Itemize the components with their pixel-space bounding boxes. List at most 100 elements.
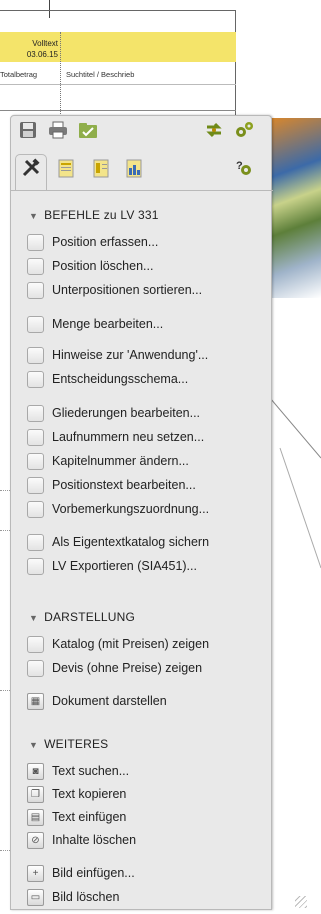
paste-icon: ▤ [27, 808, 44, 826]
command-label: Menge bearbeiten... [52, 317, 164, 331]
row-divider [0, 84, 236, 85]
disclosure-triangle-icon: ▼ [29, 211, 39, 221]
command-label: Text suchen... [52, 764, 130, 778]
cmd-gliederungen-bearbeiten[interactable]: Gliederungen bearbeiten... [27, 404, 200, 422]
document-list-tab-icon[interactable] [90, 158, 112, 178]
section-weiteres-header[interactable]: ▼ WEITERES [29, 737, 108, 751]
remove-image-icon: ▭ [27, 888, 44, 906]
cursor-line [49, 0, 50, 18]
cmd-unterpositionen-sortieren[interactable]: Unterpositionen sortieren... [27, 281, 202, 299]
disclosure-triangle-icon: ▼ [29, 613, 39, 623]
command-button-icon [27, 346, 44, 364]
cmd-devis-zeigen[interactable]: Devis (ohne Preise) zeigen [27, 659, 202, 677]
command-label: Bild einfügen... [52, 866, 135, 880]
save-icon[interactable] [17, 120, 39, 140]
section-darstellung-header[interactable]: ▼ DARSTELLUNG [29, 610, 135, 624]
delete-icon: ⊘ [27, 831, 44, 849]
toolbar-top [11, 120, 273, 146]
artwork-lines [270, 397, 321, 569]
help-gears-icon[interactable]: ? [233, 158, 255, 178]
command-button-icon [27, 404, 44, 422]
checklist-folder-icon[interactable] [77, 120, 99, 140]
cmd-vorbemerkungszuordnung[interactable]: Vorbemerkungszuordnung... [27, 500, 209, 518]
command-label: Kapitelnummer ändern... [52, 454, 189, 468]
command-button-icon [27, 500, 44, 518]
cmd-katalog-zeigen[interactable]: Katalog (mit Preisen) zeigen [27, 635, 209, 653]
resize-grip-icon[interactable] [295, 896, 307, 908]
disclosure-triangle-icon: ▼ [29, 740, 39, 750]
section-title: DARSTELLUNG [44, 610, 135, 624]
command-label: Entscheidungsschema... [52, 372, 189, 386]
svg-text:?: ? [236, 160, 243, 172]
command-label: Laufnummern neu setzen... [52, 430, 205, 444]
command-label: Vorbemerkungszuordnung... [52, 502, 210, 516]
command-button-icon [27, 233, 44, 251]
command-label: Position erfassen... [52, 235, 159, 249]
document-view-icon: ▦ [27, 692, 44, 710]
tab-bar: ? [11, 158, 273, 184]
command-label: Text kopieren [52, 787, 127, 801]
cmd-dokument-darstellen[interactable]: ▦ Dokument darstellen [27, 692, 167, 710]
background-artwork [270, 118, 321, 914]
cmd-entscheidungsschema[interactable]: Entscheidungsschema... [27, 370, 188, 388]
row-divider [0, 850, 10, 851]
row-divider [0, 490, 10, 491]
cmd-inhalte-loeschen[interactable]: ⊘ Inhalte löschen [27, 831, 136, 849]
sync-arrows-icon[interactable] [203, 120, 225, 140]
cmd-laufnummern-neu-setzen[interactable]: Laufnummern neu setzen... [27, 428, 204, 446]
chart-document-tab-icon[interactable] [123, 158, 145, 178]
command-label: Gliederungen bearbeiten... [52, 406, 201, 420]
cmd-bild-loeschen[interactable]: ▭ Bild löschen [27, 888, 119, 906]
cmd-lv-exportieren[interactable]: LV Exportieren (SIA451)... [27, 557, 197, 575]
command-panel: ? ▼ BEFEHLE zu LV 331 Position erfassen..… [10, 115, 273, 910]
tab-bar-divider [11, 190, 273, 191]
command-button-icon [27, 659, 44, 677]
section-befehle-header[interactable]: ▼ BEFEHLE zu LV 331 [29, 208, 159, 222]
cmd-text-suchen[interactable]: ◙ Text suchen... [27, 762, 129, 780]
command-label: Inhalte löschen [52, 833, 137, 847]
document-right-border [235, 10, 236, 118]
gears-icon[interactable] [233, 120, 255, 140]
cmd-text-kopieren[interactable]: ❐ Text kopieren [27, 785, 126, 803]
row-divider [0, 530, 10, 531]
command-label: Positionstext bearbeiten... [52, 478, 196, 492]
column-header-suchtitel: Suchtitel / Beschrieb [66, 70, 135, 79]
copy-icon: ❐ [27, 785, 44, 803]
command-label: Als Eigentextkatalog sichern [52, 535, 210, 549]
tools-tab-icon[interactable] [20, 158, 42, 178]
command-label: Katalog (mit Preisen) zeigen [52, 637, 210, 651]
command-label: LV Exportieren (SIA451)... [52, 559, 197, 573]
document-tab-icon[interactable] [55, 158, 77, 178]
command-label: Text einfügen [52, 810, 127, 824]
command-button-icon [27, 257, 44, 275]
cmd-text-einfuegen[interactable]: ▤ Text einfügen [27, 808, 126, 826]
command-label: Hinweise zur 'Anwendung'... [52, 348, 209, 362]
cmd-hinweise-anwendung[interactable]: Hinweise zur 'Anwendung'... [27, 346, 208, 364]
volltext-label: Volltext [32, 39, 58, 48]
command-label: Dokument darstellen [52, 694, 167, 708]
command-button-icon [27, 370, 44, 388]
cmd-position-loeschen[interactable]: Position löschen... [27, 257, 153, 275]
cmd-position-erfassen[interactable]: Position erfassen... [27, 233, 158, 251]
command-label: Bild löschen [52, 890, 120, 904]
command-button-icon [27, 533, 44, 551]
binoculars-icon: ◙ [27, 762, 44, 780]
command-label: Devis (ohne Preise) zeigen [52, 661, 203, 675]
cmd-positionstext-bearbeiten[interactable]: Positionstext bearbeiten... [27, 476, 196, 494]
command-button-icon [27, 452, 44, 470]
row-divider [0, 110, 236, 111]
cmd-bild-einfuegen[interactable]: + Bild einfügen... [27, 864, 135, 882]
cmd-kapitelnummer-aendern[interactable]: Kapitelnummer ändern... [27, 452, 189, 470]
cmd-eigentextkatalog-sichern[interactable]: Als Eigentextkatalog sichern [27, 533, 209, 551]
print-icon[interactable] [47, 120, 69, 140]
command-button-icon [27, 281, 44, 299]
command-button-icon [27, 557, 44, 575]
column-divider [60, 32, 61, 120]
document-date: 03.06.15 [26, 50, 58, 59]
command-button-icon [27, 476, 44, 494]
cmd-menge-bearbeiten[interactable]: Menge bearbeiten... [27, 315, 163, 333]
document-top-border [0, 10, 236, 11]
command-button-icon [27, 315, 44, 333]
column-header-totalbetrag: Totalbetrag [0, 70, 38, 79]
command-label: Unterpositionen sortieren... [52, 283, 203, 297]
